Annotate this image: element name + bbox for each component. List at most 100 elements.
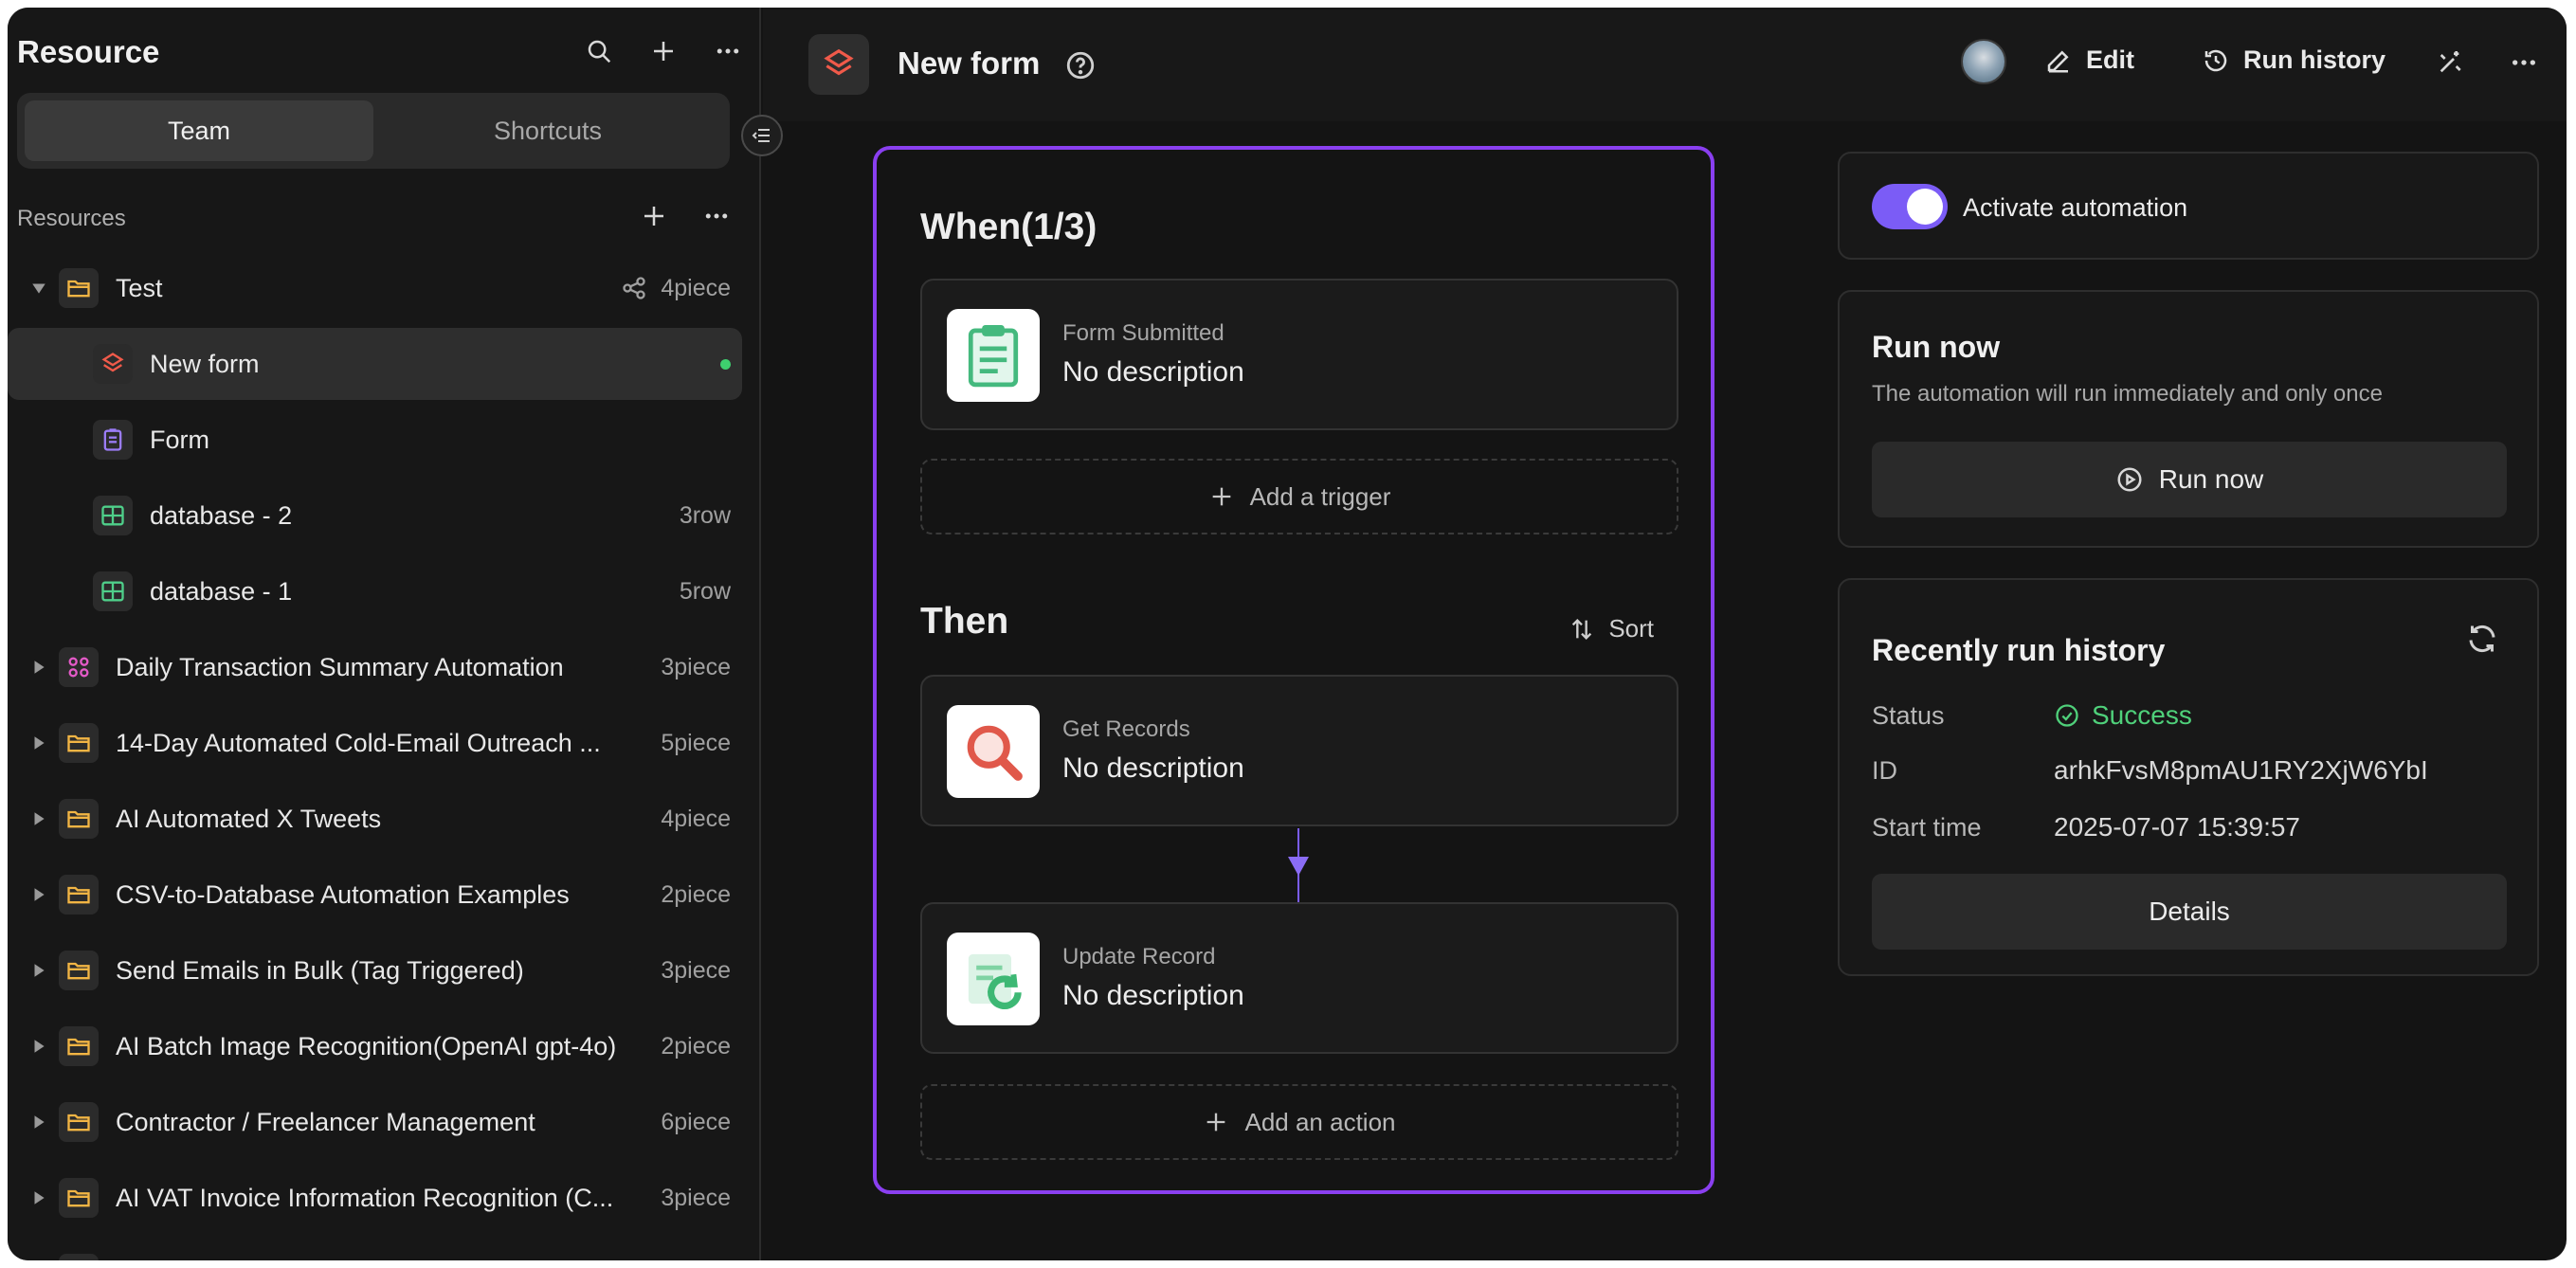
sidebar-tabs: Team Shortcuts: [17, 93, 730, 169]
folder-icon: [59, 799, 99, 839]
tree-folder-daily-transaction[interactable]: Daily Transaction Summary Automation 3pi…: [8, 631, 752, 703]
tree-item-label: Daily Transaction Summary Automation: [116, 652, 564, 681]
history-icon: [2204, 49, 2227, 71]
edit-label: Edit: [2086, 45, 2134, 74]
plus-icon: [1212, 487, 1230, 506]
add-trigger-button[interactable]: Add a trigger: [920, 459, 1678, 534]
share-icon[interactable]: [621, 275, 647, 301]
tree-folder-partial[interactable]: [8, 1238, 752, 1260]
sort-label: Sort: [1608, 614, 1654, 643]
tree-item-meta: [720, 358, 731, 370]
sidebar-title: Resource: [17, 34, 160, 69]
top-bar: New form Edit Run history: [763, 8, 2567, 121]
status-badge: Success: [2054, 700, 2192, 731]
folder-icon: [59, 1026, 99, 1066]
collapse-sidebar-icon[interactable]: [741, 115, 783, 156]
play-icon: [2117, 467, 2142, 492]
caret-right-icon[interactable]: [25, 653, 53, 681]
caret-right-icon[interactable]: [25, 1259, 53, 1260]
sidebar-header: Resource: [17, 28, 747, 76]
more-icon[interactable]: [2509, 47, 2539, 78]
caret-right-icon[interactable]: [25, 729, 53, 757]
run-history-panel: Recently run history Status Success ID a…: [1838, 578, 2539, 976]
tree-folder-x-tweets[interactable]: AI Automated X Tweets 4piece: [8, 783, 752, 855]
tree-folder-bulk-emails[interactable]: Send Emails in Bulk (Tag Triggered) 3pie…: [8, 934, 752, 1006]
activate-toggle[interactable]: [1872, 184, 1948, 229]
id-value: arhkFvsM8pmAU1RY2XjW6YbI: [2054, 755, 2428, 785]
tree-folder-image-recognition[interactable]: AI Batch Image Recognition(OpenAI gpt-4o…: [8, 1010, 752, 1082]
trigger-type: Form Submitted: [1062, 320, 1225, 346]
tree-item-label: Send Emails in Bulk (Tag Triggered): [116, 955, 524, 985]
plus-icon[interactable]: [644, 32, 682, 70]
caret-right-icon[interactable]: [25, 956, 53, 985]
run-now-label: Run now: [2158, 464, 2264, 494]
trigger-description: No description: [1062, 356, 1244, 388]
caret-right-icon[interactable]: [25, 1108, 53, 1136]
folder-icon: [59, 1102, 99, 1142]
plus-icon[interactable]: [635, 197, 673, 235]
add-action-label: Add an action: [1244, 1107, 1396, 1136]
resource-tree: Test 4piece New form Form database - 2 3…: [8, 252, 761, 1260]
search-icon[interactable]: [580, 32, 618, 70]
trigger-card[interactable]: Form Submitted No description: [920, 279, 1678, 430]
folder-icon: [59, 1254, 99, 1260]
tree-item-label: database - 2: [150, 500, 293, 530]
caret-right-icon[interactable]: [25, 805, 53, 833]
tree-item-database-2[interactable]: database - 2 3row: [8, 480, 752, 552]
tree-item-label: New form: [150, 349, 260, 378]
start-time-value: 2025-07-07 15:39:57: [2054, 812, 2300, 842]
item-count: 4piece: [661, 274, 731, 301]
more-icon[interactable]: [709, 32, 747, 70]
refresh-icon[interactable]: [2465, 622, 2499, 656]
caret-right-icon[interactable]: [25, 1032, 53, 1060]
run-history-label: Run history: [2243, 45, 2386, 74]
avatar[interactable]: [1961, 39, 2006, 84]
status-dot: [720, 358, 731, 370]
tree-item-label: Contractor / Freelancer Management: [116, 1107, 535, 1136]
add-trigger-label: Add a trigger: [1249, 481, 1391, 511]
tree-item-label: database - 1: [150, 576, 293, 606]
run-now-subtitle: The automation will run immediately and …: [1872, 381, 2383, 407]
action-card-update-record[interactable]: Update Record No description: [920, 902, 1678, 1054]
run-now-panel: Run now The automation will run immediat…: [1838, 290, 2539, 548]
folder-icon: [59, 723, 99, 763]
tree-folder-vat-invoice[interactable]: AI VAT Invoice Information Recognition (…: [8, 1162, 752, 1234]
tree-item-new-form[interactable]: New form: [8, 328, 742, 400]
tree-folder-test[interactable]: Test 4piece: [8, 252, 752, 324]
edit-button[interactable]: Edit: [2044, 45, 2134, 75]
tree-folder-contractor[interactable]: Contractor / Freelancer Management 6piec…: [8, 1086, 752, 1158]
when-title: When(1/3): [920, 207, 1098, 247]
tree-item-meta: 4piece: [661, 805, 731, 832]
tree-folder-cold-email[interactable]: 14-Day Automated Cold-Email Outreach ...…: [8, 707, 752, 779]
run-now-button[interactable]: Run now: [1872, 442, 2507, 517]
caret-down-icon[interactable]: [25, 274, 53, 302]
magic-wand-icon[interactable]: [2435, 47, 2465, 78]
action-type: Update Record: [1062, 944, 1216, 969]
tree-item-label: Test: [116, 273, 163, 302]
tab-shortcuts[interactable]: Shortcuts: [373, 100, 722, 161]
action-card-get-records[interactable]: Get Records No description: [920, 675, 1678, 826]
tree-item-database-1[interactable]: database - 1 5row: [8, 555, 752, 627]
action-type: Get Records: [1062, 716, 1190, 742]
folder-icon: [59, 951, 99, 990]
folder-icon: [59, 875, 99, 915]
sort-button[interactable]: Sort: [1569, 614, 1654, 643]
form-icon: [93, 420, 133, 460]
start-time-key: Start time: [1872, 813, 1982, 842]
history-title: Recently run history: [1872, 633, 2166, 667]
tree-item-label: Form: [150, 425, 209, 454]
caret-right-icon[interactable]: [25, 1184, 53, 1212]
search-records-icon: [947, 705, 1040, 798]
run-history-button[interactable]: Run history: [2202, 45, 2386, 75]
help-icon[interactable]: [1064, 49, 1097, 82]
details-button[interactable]: Details: [1872, 874, 2507, 950]
toggle-knob: [1907, 189, 1943, 225]
more-icon[interactable]: [698, 197, 735, 235]
folder-icon: [59, 268, 99, 308]
tab-team[interactable]: Team: [25, 100, 373, 161]
add-action-button[interactable]: Add an action: [920, 1084, 1678, 1160]
tree-item-form[interactable]: Form: [8, 404, 752, 476]
tree-folder-csv[interactable]: CSV-to-Database Automation Examples 2pie…: [8, 859, 752, 931]
resources-header: Resources: [17, 197, 747, 239]
caret-right-icon[interactable]: [25, 880, 53, 909]
